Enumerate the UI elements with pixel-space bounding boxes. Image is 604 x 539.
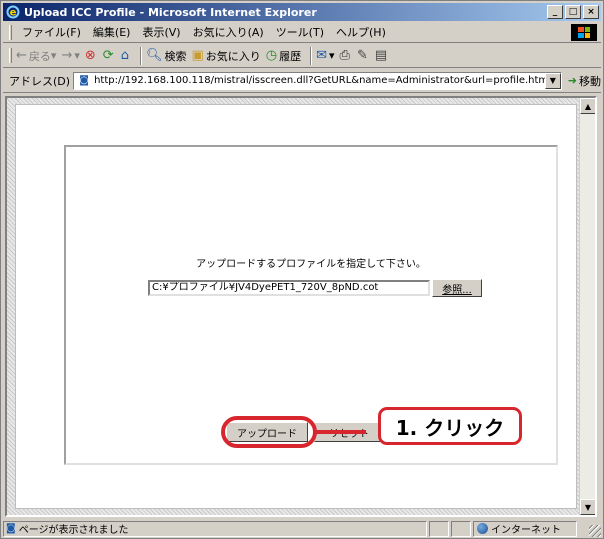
menu-edit[interactable]: 編集(E) xyxy=(87,24,137,40)
status-bar: ◙ ページが表示されました インターネット xyxy=(3,520,601,537)
scroll-down-icon[interactable]: ▼ xyxy=(580,499,595,515)
menu-view[interactable]: 表示(V) xyxy=(136,24,186,40)
history-label: 履歴 xyxy=(279,49,302,63)
home-icon: ⌂ xyxy=(120,48,129,63)
address-url[interactable]: http://192.168.100.118/mistral/isscreen.… xyxy=(94,75,548,86)
address-dropdown-icon[interactable]: ▼ xyxy=(544,72,561,89)
title-bar: e Upload ICC Profile - Microsoft Interne… xyxy=(3,3,601,21)
svg-text:e: e xyxy=(10,8,17,19)
page-panel: アップロードするプロファイルを指定して下さい。 C:¥プロファイル¥JV4Dye… xyxy=(15,104,577,509)
edit-button[interactable]: ✎ xyxy=(357,48,370,63)
browser-window: e Upload ICC Profile - Microsoft Interne… xyxy=(0,0,604,539)
print-button[interactable]: ⎙ xyxy=(340,48,352,63)
forward-button[interactable]: → ▾ xyxy=(61,48,79,63)
discuss-button[interactable]: ▤ xyxy=(375,48,389,63)
maximize-button[interactable]: □ xyxy=(565,5,581,19)
refresh-icon: ⟳ xyxy=(102,48,114,63)
windows-logo-icon xyxy=(571,24,597,41)
toolbar-separator xyxy=(139,46,142,65)
search-button[interactable]: 🔍︎ 検索 xyxy=(146,48,187,64)
go-arrow-icon: ➜ xyxy=(567,74,577,87)
refresh-button[interactable]: ⟳ xyxy=(103,48,116,63)
discuss-icon: ▤ xyxy=(374,48,388,63)
close-button[interactable]: × xyxy=(583,5,599,19)
tool-bar: ← 戻る ▾ → ▾ ⊗ ⟳ ⌂ 🔍︎ 検索 ▣ お気に入り ◷ 履歴 ✉ ▾ … xyxy=(3,44,601,68)
resize-grip[interactable] xyxy=(589,525,601,537)
page-icon: ◙ xyxy=(79,75,89,86)
history-icon: ◷ xyxy=(265,48,278,63)
print-icon: ⎙ xyxy=(339,48,350,63)
vertical-scrollbar[interactable]: ▲ ▼ xyxy=(579,98,595,515)
edit-icon: ✎ xyxy=(356,48,368,63)
mail-button[interactable]: ✉ ▾ xyxy=(316,48,334,63)
menu-favorites[interactable]: お気に入り(A) xyxy=(187,24,270,40)
address-label: アドレス(D) xyxy=(9,74,71,88)
address-bar: アドレス(D) ◙ http://192.168.100.118/mistral… xyxy=(3,69,601,93)
ie-logo-icon: e xyxy=(6,5,20,19)
menu-file[interactable]: ファイル(F) xyxy=(16,24,87,40)
favorites-folder-icon: ▣ xyxy=(191,48,204,63)
home-button[interactable]: ⌂ xyxy=(121,48,131,63)
menu-grip xyxy=(9,24,12,40)
security-zone: インターネット xyxy=(473,520,577,537)
internet-globe-icon xyxy=(477,523,488,534)
mail-icon: ✉ xyxy=(316,48,328,63)
browse-button[interactable]: 参照... xyxy=(432,279,482,297)
toolbar-separator-2 xyxy=(310,46,313,65)
page-done-icon: ◙ xyxy=(6,523,16,534)
back-dropdown-icon: ▾ xyxy=(50,49,57,62)
search-label: 検索 xyxy=(164,49,187,63)
forward-arrow-icon: → xyxy=(61,48,73,63)
back-arrow-icon: ← xyxy=(16,48,27,63)
favorites-label: お気に入り xyxy=(205,49,261,63)
search-icon: 🔍︎ xyxy=(145,48,163,63)
address-input[interactable]: ◙ http://192.168.100.118/mistral/isscree… xyxy=(73,71,562,90)
menu-tools[interactable]: ツール(T) xyxy=(270,24,330,40)
upload-prompt: アップロードするプロファイルを指定して下さい。 xyxy=(196,259,426,270)
zone-label: インターネット xyxy=(491,525,561,536)
status-cell-1 xyxy=(429,520,449,537)
go-label: 移動 xyxy=(579,74,601,88)
back-label: 戻る xyxy=(28,49,51,63)
go-button[interactable]: ➜ 移動 xyxy=(568,73,601,89)
status-message-pane: ◙ ページが表示されました xyxy=(3,520,427,537)
profile-file-input[interactable]: C:¥プロファイル¥JV4DyePET1_720V_8pND.cot xyxy=(148,280,430,296)
forward-dropdown-icon: ▾ xyxy=(74,49,80,62)
window-controls: _ □ × xyxy=(547,5,599,19)
stop-button[interactable]: ⊗ xyxy=(85,48,98,63)
favorites-button[interactable]: ▣ お気に入り xyxy=(191,48,260,64)
back-button[interactable]: ← 戻る ▾ xyxy=(16,48,56,64)
menu-help[interactable]: ヘルプ(H) xyxy=(330,24,392,40)
menu-bar: ファイル(F) 編集(E) 表示(V) お気に入り(A) ツール(T) ヘルプ(… xyxy=(3,22,601,43)
history-button[interactable]: ◷ 履歴 xyxy=(266,48,301,64)
click-callout: 1. クリック xyxy=(378,407,522,445)
page-viewport: アップロードするプロファイルを指定して下さい。 C:¥プロファイル¥JV4Dye… xyxy=(5,96,597,517)
callout-connector xyxy=(316,430,366,434)
status-message: ページが表示されました xyxy=(18,525,129,536)
scroll-up-icon[interactable]: ▲ xyxy=(580,98,595,114)
minimize-button[interactable]: _ xyxy=(547,5,563,19)
mail-dropdown-icon: ▾ xyxy=(329,49,335,62)
status-cell-2 xyxy=(451,520,471,537)
highlight-ring xyxy=(221,416,317,448)
upload-form-frame: アップロードするプロファイルを指定して下さい。 C:¥プロファイル¥JV4Dye… xyxy=(64,145,558,465)
window-title: Upload ICC Profile - Microsoft Internet … xyxy=(24,5,317,19)
stop-icon: ⊗ xyxy=(84,48,96,63)
toolbar-grip xyxy=(9,48,12,63)
